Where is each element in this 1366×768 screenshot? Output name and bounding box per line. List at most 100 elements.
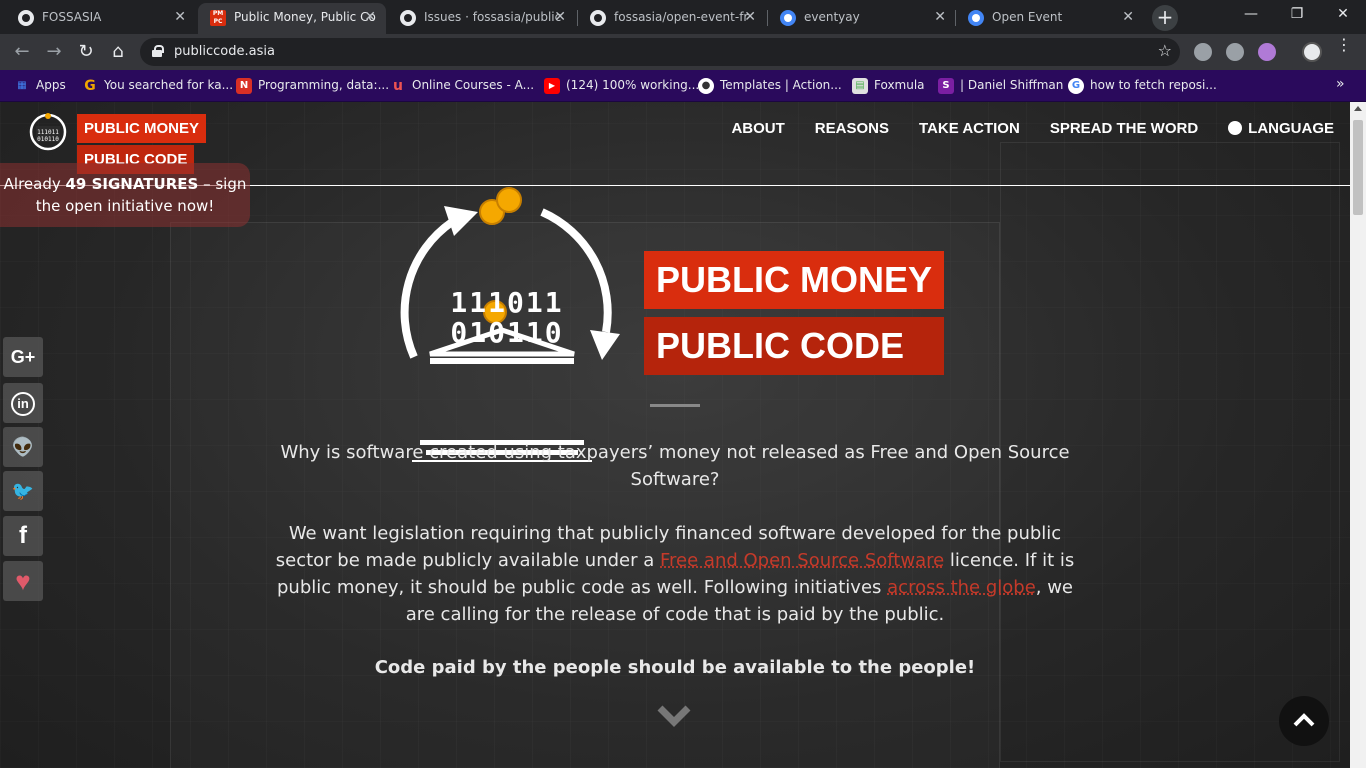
site-logo-icon[interactable]: 111011 010110 [24,112,72,152]
close-icon[interactable]: ✕ [1122,3,1134,32]
signatures-count: 49 SIGNATURES [65,175,199,193]
bookmark-item[interactable]: S | Daniel Shiffman [938,76,1063,96]
google-icon: G [1068,78,1084,94]
bookmarks-bar: ▦ Apps G You searched for ka... N Programmi… [0,70,1366,102]
hero-paragraph: We want legislation requiring that publi… [262,520,1088,628]
window-close-icon[interactable]: ✕ [1328,6,1358,22]
hero-tag-public-code: PUBLIC CODE [644,317,944,375]
tab-title: eventyay [804,10,860,24]
maximize-icon[interactable]: ❐ [1282,6,1312,22]
back-arrow-icon[interactable]: ← [10,40,34,64]
tab-title: Open Event [992,10,1063,24]
tab-bar: FOSSASIA ✕ PM PC Public Money, Public Co … [0,0,1366,34]
apps-grid-icon: ▦ [17,80,27,91]
tab-open-event-frontend[interactable]: fossasia/open-event-fr ✕ [578,3,766,34]
bookmark-item[interactable]: Ghow to fetch reposi... [1068,76,1217,96]
nav-language[interactable]: LANGUAGE [1228,120,1334,137]
page-content: 111011 010110 PUBLIC MONEY PUBLIC CODE A… [0,102,1350,768]
binary-row: 111011 [450,286,564,319]
bookmark-item[interactable]: ▤ Foxmula [852,76,925,96]
tab-issues[interactable]: Issues · fossasia/public ✕ [388,3,576,34]
close-icon[interactable]: ✕ [364,3,376,32]
bookmark-label: Programming, data:... [258,78,390,92]
hero-divider [650,404,700,407]
n-icon: N [236,78,252,94]
main-nav: ABOUT REASONS TAKE ACTION SPREAD THE WOR… [731,120,1334,137]
bookmark-label: Foxmula [874,78,925,92]
nav-spread-the-word[interactable]: SPREAD THE WORD [1050,120,1198,137]
tab-public-money[interactable]: PM PC Public Money, Public Co ✕ [198,3,386,34]
page-scrollbar[interactable] [1350,102,1366,768]
github-icon [590,10,606,26]
svg-text:111011: 111011 [37,129,59,136]
globe-icon [1228,121,1243,135]
heart-icon[interactable]: ♥ [3,561,43,601]
address-bar[interactable]: publiccode.asia ☆ [140,38,1180,66]
tab-open-event[interactable]: Open Event ✕ [956,3,1144,34]
home-icon[interactable]: ⌂ [106,40,130,64]
eventyay-icon [780,10,796,26]
facebook-icon[interactable]: f [3,516,43,556]
nav-take-action[interactable]: TAKE ACTION [919,120,1020,137]
extension-icon[interactable] [1194,43,1212,61]
youtube-icon: ▶ [544,78,560,94]
bookmark-item[interactable]: ▶ (124) 100% working... [544,76,699,96]
chevron-down-icon[interactable] [656,702,692,730]
g-icon: G [84,78,96,94]
templates-icon: ● [698,78,714,94]
bookmark-label: how to fetch reposi... [1090,78,1217,92]
hero-tag-public-money: PUBLIC MONEY [644,251,944,309]
extension-icon[interactable] [1226,43,1244,61]
hero-question: Why is software created using taxpayers’… [280,442,1070,490]
tab-eventyay[interactable]: eventyay ✕ [768,3,956,34]
bookmark-item[interactable]: N Programming, data:... [236,76,389,96]
bookmark-item[interactable]: G You searched for ka... [82,76,233,96]
across-globe-link[interactable]: across the globe [887,577,1036,598]
twitter-icon[interactable]: 🐦 [3,471,43,511]
foxmula-icon: ▤ [852,78,868,94]
reddit-icon[interactable]: 👽 [3,427,43,467]
linkedin-label: in [11,392,35,417]
close-icon[interactable]: ✕ [744,3,756,32]
browser-toolbar: ← → ↻ ⌂ publiccode.asia ☆ ⋮ [0,34,1366,70]
nav-about[interactable]: ABOUT [731,120,784,137]
reload-icon[interactable]: ↻ [74,40,98,64]
extension-icon[interactable] [1258,43,1276,61]
scroll-up-icon[interactable] [1354,106,1362,111]
linkedin-icon[interactable]: in [3,383,43,423]
minimize-icon[interactable]: — [1236,6,1266,22]
bookmark-label: Online Courses - A... [412,78,535,92]
scrollbar-thumb[interactable] [1353,120,1363,215]
bookmark-label: Apps [36,78,66,92]
close-icon[interactable]: ✕ [934,3,946,32]
bookmark-item[interactable]: ● Templates | Action... [698,76,842,96]
foss-link[interactable]: Free and Open Source Software [660,550,944,571]
profile-avatar[interactable] [1302,42,1322,62]
binary-digits: 111011 010110 [432,288,582,348]
tab-title: Public Money, Public Co [234,10,376,24]
s-icon: S [938,78,954,94]
new-tab-button[interactable]: + [1152,5,1178,31]
scroll-to-top-button[interactable] [1279,696,1329,746]
nav-language-label: LANGUAGE [1248,120,1334,137]
address-url[interactable]: publiccode.asia [174,44,275,59]
close-icon[interactable]: ✕ [174,3,186,32]
bookmark-star-icon[interactable]: ☆ [1158,41,1172,60]
close-icon[interactable]: ✕ [554,3,566,32]
github-icon [18,10,34,26]
tab-fossasia[interactable]: FOSSASIA ✕ [6,3,196,34]
udemy-icon: u [393,78,403,94]
tab-title: FOSSASIA [42,10,102,24]
google-plus-icon[interactable]: G+ [3,337,43,377]
nav-reasons[interactable]: REASONS [815,120,889,137]
signatures-banner[interactable]: Already 49 SIGNATURES – sign the open in… [0,163,250,227]
bookmark-label: Templates | Action... [720,78,842,92]
signatures-text: Already [3,175,66,193]
svg-text:010110: 010110 [37,136,59,143]
browser-menu-icon[interactable]: ⋮ [1336,37,1352,53]
bookmarks-overflow-icon[interactable]: » [1336,76,1345,92]
bookmark-apps[interactable]: ▦ Apps [14,76,66,96]
logo-tag-public-money[interactable]: PUBLIC MONEY [77,114,207,143]
bookmark-item[interactable]: u Online Courses - A... [390,76,534,96]
forward-arrow-icon[interactable]: → [42,40,66,64]
